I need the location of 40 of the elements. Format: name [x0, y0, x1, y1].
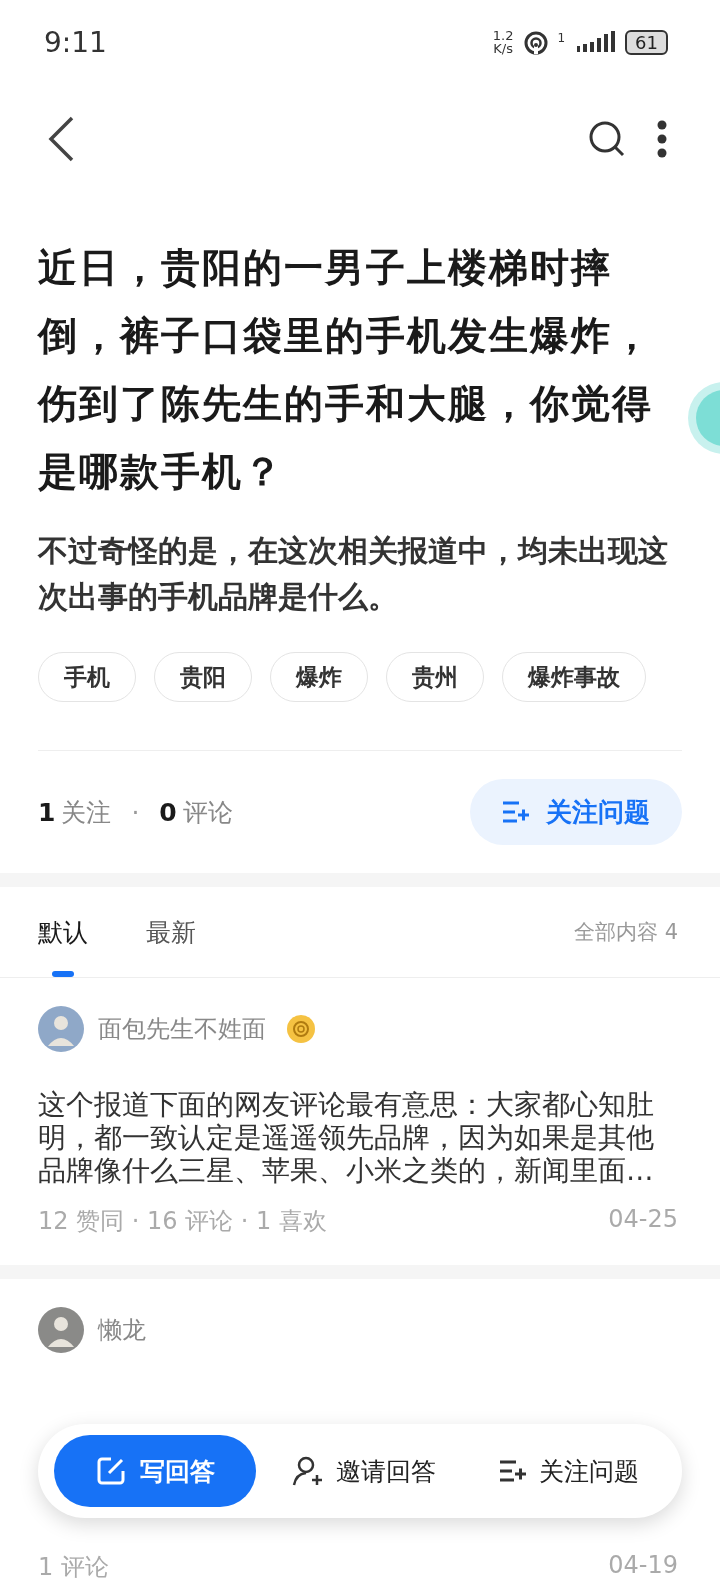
- edit-icon: [95, 1456, 126, 1486]
- author-name[interactable]: 懒龙: [98, 1314, 146, 1346]
- answer-stats: 1 评论: [38, 1552, 109, 1582]
- answer-stats: 12 赞同 · 16 评论 · 1 喜欢: [38, 1206, 327, 1237]
- avatar-icon: [38, 1006, 84, 1052]
- total-count: 全部内容 4: [573, 919, 678, 946]
- separator-dot: ·: [131, 797, 140, 827]
- follow-list-icon: [502, 800, 530, 824]
- invite-answer-button[interactable]: 邀请回答: [266, 1453, 461, 1489]
- signal-icon: [575, 30, 616, 54]
- question-title: 近日，贵阳的一男子上楼梯时摔倒，裤子口袋里的手机发生爆炸，伤到了陈先生的手和大腿，你觉得是哪款手机？: [38, 244, 654, 496]
- follow-list-icon: [498, 1459, 527, 1483]
- follower-label: 关注: [61, 796, 112, 829]
- topic-tag[interactable]: 手机: [38, 652, 136, 702]
- search-icon[interactable]: [588, 120, 626, 158]
- follow-question-button[interactable]: 关注问题: [471, 1453, 666, 1489]
- author-name[interactable]: 面包先生不姓面: [98, 1013, 266, 1045]
- topic-tag[interactable]: 爆炸事故: [502, 652, 646, 702]
- comment-count: 0: [159, 797, 177, 827]
- sort-tab[interactable]: 最新: [146, 887, 196, 977]
- back-icon[interactable]: [46, 116, 76, 162]
- comment-label: 评论: [182, 796, 233, 829]
- sort-tab[interactable]: 默认: [38, 887, 88, 977]
- follower-count: 1: [38, 797, 56, 827]
- question-detail: 不过奇怪的是，在这次相关报道中，均未出现这次出事的手机品牌是什么。: [38, 533, 669, 616]
- battery-indicator: 61: [625, 29, 668, 55]
- answer-date: 04-19: [608, 1551, 678, 1581]
- add-user-icon: [291, 1455, 324, 1487]
- follow-question-button[interactable]: 关注问题: [470, 779, 682, 845]
- topic-tag[interactable]: 贵阳: [154, 652, 252, 702]
- answer-excerpt[interactable]: 这个报道下面的网友评论最有意思：大家都心知肚明，都一致认定是遥遥领先品牌，因为如果是其他品牌像什么三星、苹果、小米之类的，新闻里面…: [38, 1088, 678, 1187]
- write-answer-button[interactable]: 写回答: [54, 1435, 256, 1507]
- hotspot-count-label: 1: [557, 31, 566, 45]
- avatar-icon: [38, 1307, 84, 1353]
- topic-tag[interactable]: 爆炸: [270, 652, 368, 702]
- network-speed: 1.2 K/s: [492, 29, 514, 55]
- more-icon[interactable]: [656, 119, 668, 159]
- topic-tag[interactable]: 贵州: [386, 652, 484, 702]
- answer-date: 04-25: [608, 1205, 678, 1235]
- status-time: 9:11: [44, 25, 107, 59]
